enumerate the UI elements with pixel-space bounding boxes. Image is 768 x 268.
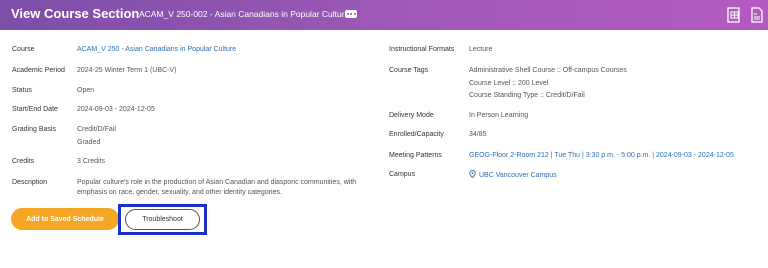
- start-end-date-value: 2024-09-03 - 2024-12-05: [77, 106, 155, 113]
- campus-label: Campus: [389, 171, 416, 178]
- course-tag: Course Level :: 200 Level: [469, 80, 549, 87]
- page-title: View Course Section: [11, 6, 140, 21]
- campus-link-text: UBC Vancouver Campus: [479, 172, 557, 179]
- enrolled-capacity-label: Enrolled/Capacity: [389, 131, 444, 138]
- instructional-formats-value: Lecture: [469, 46, 493, 53]
- enrolled-capacity-value: 34/85: [469, 131, 487, 138]
- grading-basis-value: Graded: [77, 139, 101, 146]
- section-subtitle: ACAM_V 250-002 - Asian Canadians in Popu…: [139, 9, 350, 19]
- credits-value: 3 Credits: [77, 158, 106, 165]
- description-label: Description: [12, 179, 48, 186]
- academic-period-value: 2024-25 Winter Term 1 (UBC-V): [77, 67, 177, 74]
- course-tags-label: Course Tags: [389, 67, 429, 74]
- status-value: Open: [77, 87, 95, 94]
- instructional-formats-label: Instructional Formats: [389, 46, 455, 53]
- page-header: View Course Section ACAM_V 250-002 - Asi…: [0, 0, 768, 30]
- grading-basis-value: Credit/D/Fail: [77, 126, 116, 133]
- academic-period-label: Academic Period: [12, 67, 65, 74]
- campus-link[interactable]: UBC Vancouver Campus: [469, 170, 557, 179]
- delivery-mode-value: In Person Learning: [469, 112, 529, 119]
- course-link[interactable]: ACAM_V 250 - Asian Canadians in Popular …: [77, 46, 236, 53]
- grading-basis-label: Grading Basis: [12, 126, 56, 133]
- meeting-patterns-link[interactable]: GEOG-Floor 2-Room 212 | Tue Thu | 3:30 p…: [469, 152, 734, 159]
- course-tag: Administrative Shell Course :: Off-campu…: [469, 67, 627, 74]
- export-excel-icon[interactable]: [727, 7, 741, 23]
- delivery-mode-label: Delivery Mode: [389, 112, 434, 119]
- meeting-patterns-label: Meeting Patterns: [389, 152, 442, 159]
- more-options-icon[interactable]: [345, 10, 357, 18]
- credits-label: Credits: [12, 158, 35, 165]
- start-end-date-label: Start/End Date: [12, 106, 58, 113]
- course-label: Course: [12, 46, 35, 53]
- description-value: Popular culture's role in the production…: [77, 179, 357, 196]
- course-tag: Course Standing Type :: Credit/D/Fail: [469, 92, 585, 99]
- status-label: Status: [12, 87, 32, 94]
- troubleshoot-button[interactable]: Troubleshoot: [125, 209, 200, 230]
- export-pdf-icon[interactable]: [750, 7, 764, 23]
- add-to-saved-schedule-button[interactable]: Add to Saved Schedule: [11, 208, 119, 230]
- location-pin-icon: [469, 170, 476, 178]
